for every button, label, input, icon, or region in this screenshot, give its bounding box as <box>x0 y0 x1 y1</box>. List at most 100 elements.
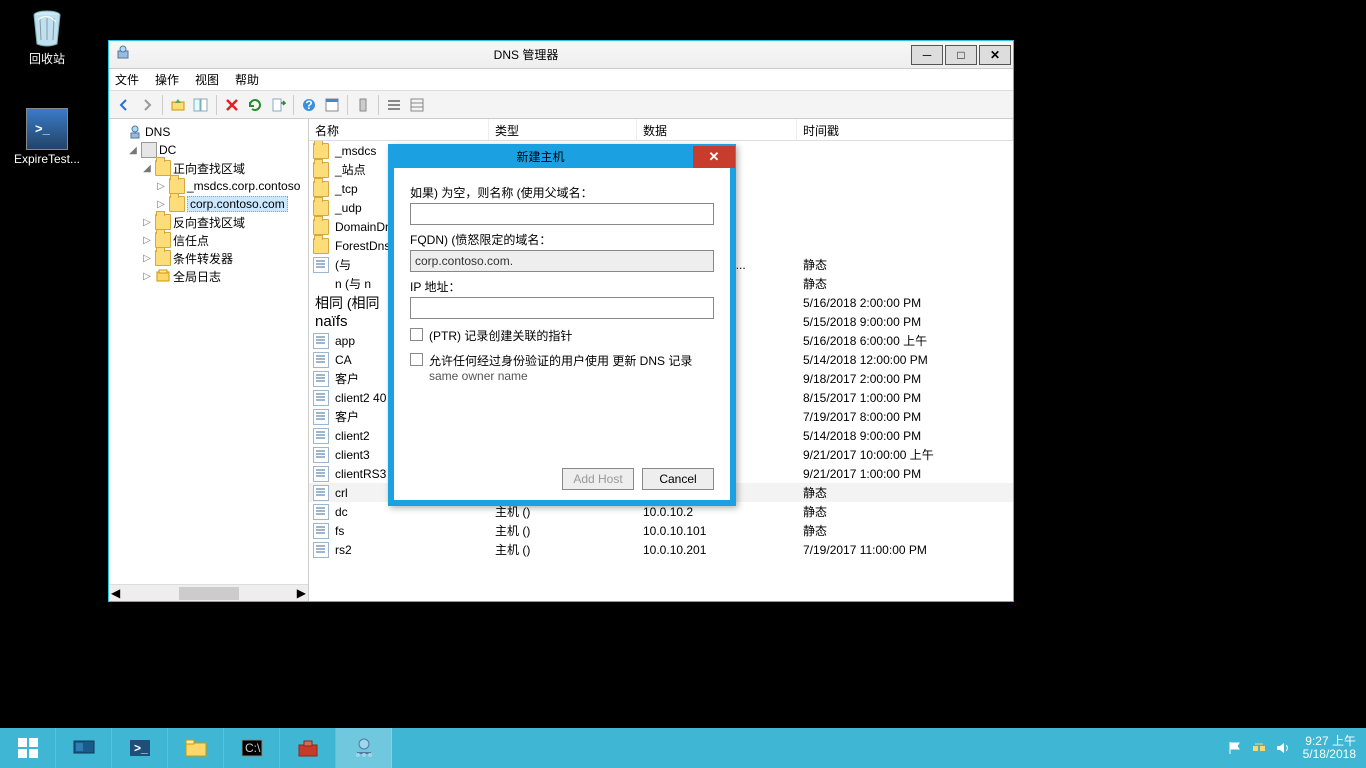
folder-icon <box>169 196 185 212</box>
record-icon <box>313 542 329 558</box>
server-icon <box>141 142 157 158</box>
folder-icon <box>313 238 329 254</box>
delete-button[interactable] <box>221 94 243 116</box>
server-manager-button[interactable] <box>56 728 112 768</box>
powershell-file-icon <box>26 108 68 150</box>
volume-icon[interactable] <box>1275 740 1291 756</box>
toolbar: ? <box>109 91 1013 119</box>
dns-manager-button[interactable] <box>336 728 392 768</box>
forward-button[interactable] <box>136 94 158 116</box>
folder-icon <box>313 219 329 235</box>
menu-action[interactable]: 操作 <box>155 71 179 88</box>
record-icon <box>313 428 329 444</box>
clock-date: 5/18/2018 <box>1303 748 1356 761</box>
tree-trust-points[interactable]: 信任点 <box>173 232 209 249</box>
dialog-title: 新建主机 <box>388 148 693 165</box>
svg-text:C:\: C:\ <box>245 741 261 755</box>
ip-label: IP 地址： <box>410 278 714 295</box>
powershell-button[interactable]: >_ <box>112 728 168 768</box>
new-host-dialog: 新建主机 ✕ 如果) 为空，则名称 (使用父域名： FQDN) (愤怒限定的域名… <box>388 144 736 506</box>
list-item[interactable]: fs主机 ()10.0.10.101静态 <box>309 521 1013 540</box>
minimize-button[interactable]: ─ <box>911 45 943 65</box>
flag-icon[interactable] <box>1227 740 1243 756</box>
list-view-button[interactable] <box>383 94 405 116</box>
record-icon <box>313 523 329 539</box>
filter-button[interactable] <box>352 94 374 116</box>
log-icon <box>155 268 171 284</box>
record-icon <box>313 466 329 482</box>
record-icon <box>313 352 329 368</box>
allow-update-sublabel: same owner name <box>429 369 714 383</box>
help-button[interactable]: ? <box>298 94 320 116</box>
record-icon <box>313 485 329 501</box>
fqdn-label: FQDN) (愤怒限定的域名： <box>410 231 714 248</box>
tree-conditional-forwarders[interactable]: 条件转发器 <box>173 250 233 267</box>
checkbox-icon <box>410 328 423 341</box>
menu-file[interactable]: 文件 <box>115 71 139 88</box>
list-item[interactable]: rs2主机 ()10.0.10.2017/19/2017 11:00:00 PM <box>309 540 1013 559</box>
recycle-bin[interactable]: 回收站 <box>10 6 84 67</box>
system-tray: 9:27 上午 5/18/2018 <box>1221 728 1366 768</box>
clock[interactable]: 9:27 上午 5/18/2018 <box>1299 735 1360 761</box>
tree-reverse-zones[interactable]: 反向查找区域 <box>173 214 245 231</box>
tree-zone-msdcs[interactable]: _msdcs.corp.contoso <box>187 179 300 193</box>
tree-global-logs[interactable]: 全局日志 <box>173 268 221 285</box>
tree-dns[interactable]: DNS <box>145 125 170 139</box>
tree-server[interactable]: DC <box>159 143 176 157</box>
svg-text:?: ? <box>305 98 312 112</box>
folder-icon <box>155 214 171 230</box>
checkbox-icon <box>410 353 423 366</box>
ip-input[interactable] <box>410 297 714 319</box>
maximize-button[interactable]: □ <box>945 45 977 65</box>
window-title: DNS 管理器 <box>141 46 911 63</box>
refresh-button[interactable] <box>244 94 266 116</box>
ptr-checkbox[interactable]: (PTR) 记录创建关联的指针 <box>410 327 714 344</box>
network-icon[interactable] <box>1251 740 1267 756</box>
allow-update-checkbox[interactable]: 允许任何经过身份验证的用户使用 更新 DNS 记录 <box>410 352 714 369</box>
properties-button[interactable] <box>321 94 343 116</box>
record-icon <box>313 257 329 273</box>
start-button[interactable] <box>0 728 56 768</box>
detail-view-button[interactable] <box>406 94 428 116</box>
folder-icon <box>313 162 329 178</box>
recycle-bin-icon <box>26 6 68 48</box>
folder-icon <box>155 250 171 266</box>
svg-text:>_: >_ <box>134 741 148 755</box>
app-icon <box>115 45 135 65</box>
record-icon <box>313 447 329 463</box>
record-icon <box>313 333 329 349</box>
tree-scrollbar[interactable]: ◀▶ <box>109 584 308 601</box>
folder-icon <box>313 181 329 197</box>
toolbox-button[interactable] <box>280 728 336 768</box>
col-timestamp[interactable]: 时间戳 <box>797 119 1013 140</box>
tree-panel[interactable]: DNS ◢DC ◢正向查找区域 ▷_msdcs.corp.contoso ▷co… <box>109 119 309 601</box>
menu-bar: 文件 操作 视图 帮助 <box>109 69 1013 91</box>
back-button[interactable] <box>113 94 135 116</box>
tree-zone-corp[interactable]: corp.contoso.com <box>187 196 288 212</box>
up-button[interactable] <box>167 94 189 116</box>
folder-icon <box>155 160 171 176</box>
recycle-bin-label: 回收站 <box>10 50 84 67</box>
explorer-button[interactable] <box>168 728 224 768</box>
powershell-file-label: ExpireTest... <box>10 152 84 166</box>
close-button[interactable]: ✕ <box>979 45 1011 65</box>
menu-help[interactable]: 帮助 <box>235 71 259 88</box>
folder-icon <box>155 232 171 248</box>
col-data[interactable]: 数据 <box>637 119 797 140</box>
show-hide-icon[interactable] <box>190 94 212 116</box>
tree-forward-zones[interactable]: 正向查找区域 <box>173 160 245 177</box>
folder-icon <box>169 178 185 194</box>
export-button[interactable] <box>267 94 289 116</box>
col-name[interactable]: 名称 <box>309 119 489 140</box>
cancel-button[interactable]: Cancel <box>642 468 714 490</box>
menu-view[interactable]: 视图 <box>195 71 219 88</box>
dialog-close-button[interactable]: ✕ <box>693 146 735 168</box>
dns-root-icon <box>127 124 143 140</box>
powershell-file[interactable]: ExpireTest... <box>10 108 84 166</box>
folder-icon <box>313 200 329 216</box>
col-type[interactable]: 类型 <box>489 119 637 140</box>
cmd-button[interactable]: C:\ <box>224 728 280 768</box>
titlebar: DNS 管理器 ─ □ ✕ <box>109 41 1013 69</box>
dialog-titlebar: 新建主机 ✕ <box>388 144 736 168</box>
name-input[interactable] <box>410 203 714 225</box>
